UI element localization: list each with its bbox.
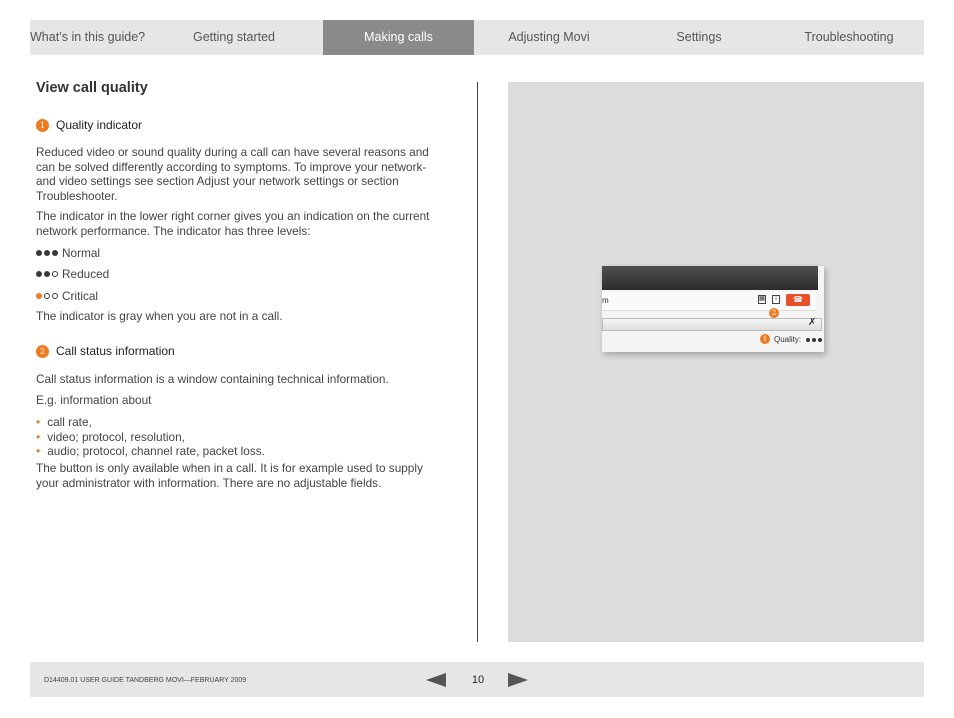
level-critical: Critical xyxy=(36,289,98,303)
list-item: • video; protocol, resolution, xyxy=(36,429,185,444)
number-badge-2: 2 xyxy=(36,344,49,358)
previous-page-icon[interactable] xyxy=(426,673,446,687)
paragraph-eg: E.g. information about xyxy=(36,393,152,407)
section-heading-call-status: 2 Call status information xyxy=(36,344,175,358)
page-number: 10 xyxy=(471,674,485,686)
illustration-panel: m ▦ i ☎ 2 ✗ 1 Quality: xyxy=(508,82,924,642)
movi-call-window-screenshot: m ▦ i ☎ 2 ✗ 1 Quality: xyxy=(602,266,824,352)
level-label: Critical xyxy=(62,289,99,303)
number-badge-1: 1 xyxy=(760,334,770,344)
tab-whats-in-this-guide[interactable]: What’s in this guide? xyxy=(30,20,145,55)
tab-troubleshooting[interactable]: Troubleshooting xyxy=(774,20,924,55)
tab-getting-started[interactable]: Getting started xyxy=(145,20,323,55)
level-label: Reduced xyxy=(62,267,110,281)
page-title: View call quality xyxy=(36,80,148,96)
section-heading-label: Call status information xyxy=(56,344,175,358)
info-bullet-list: • call rate, • video; protocol, resolution… xyxy=(36,415,265,459)
section-heading-quality-indicator: 1 Quality indicator xyxy=(36,118,142,132)
keypad-icon: ▦ xyxy=(758,295,766,304)
tab-adjusting-movi[interactable]: Adjusting Movi xyxy=(474,20,624,55)
section-heading-label: Quality indicator xyxy=(56,118,143,132)
video-area xyxy=(602,266,818,290)
quality-dots-reduced xyxy=(36,271,58,277)
number-badge-1: 1 xyxy=(36,118,49,132)
next-page-icon[interactable] xyxy=(508,673,528,687)
level-reduced: Reduced xyxy=(36,267,109,281)
call-toolbar xyxy=(602,292,816,311)
quality-dots-normal xyxy=(36,250,58,256)
paragraph-call-status: Call status information is a window cont… xyxy=(36,372,389,386)
tools-icon: ✗ xyxy=(808,317,817,328)
quality-dots-critical xyxy=(36,293,58,299)
level-normal: Normal xyxy=(36,246,100,260)
tab-making-calls[interactable]: Making calls xyxy=(323,20,474,55)
list-item: • call rate, xyxy=(36,415,92,429)
info-icon: i xyxy=(772,295,780,304)
number-badge-2: 2 xyxy=(769,308,779,318)
level-label: Normal xyxy=(62,246,101,260)
column-divider xyxy=(477,82,478,642)
paragraph-indicator-info: The indicator in the lower right corner … xyxy=(36,209,430,238)
top-navigation: What’s in this guide? Getting started Ma… xyxy=(30,20,924,55)
list-item: • audio; protocol, channel rate, packet l… xyxy=(36,444,265,459)
quality-indicator-dots xyxy=(806,338,822,342)
paragraph-reduced-quality: Reduced video or sound quality during a … xyxy=(36,145,429,203)
tab-settings[interactable]: Settings xyxy=(624,20,774,55)
quality-label: Quality: xyxy=(774,335,802,344)
fragment-text: m xyxy=(602,296,609,305)
paragraph-gray-indicator: The indicator is gray when you are not i… xyxy=(36,309,283,323)
paragraph-button-info: The button is only available when in a c… xyxy=(36,461,423,490)
document-id: D14409.01 USER GUIDE TANDBERG MOVI—FEBRU… xyxy=(44,677,247,684)
hang-up-icon: ☎ xyxy=(786,294,810,306)
footer: D14409.01 USER GUIDE TANDBERG MOVI—FEBRU… xyxy=(30,662,924,697)
status-bar xyxy=(602,318,822,331)
